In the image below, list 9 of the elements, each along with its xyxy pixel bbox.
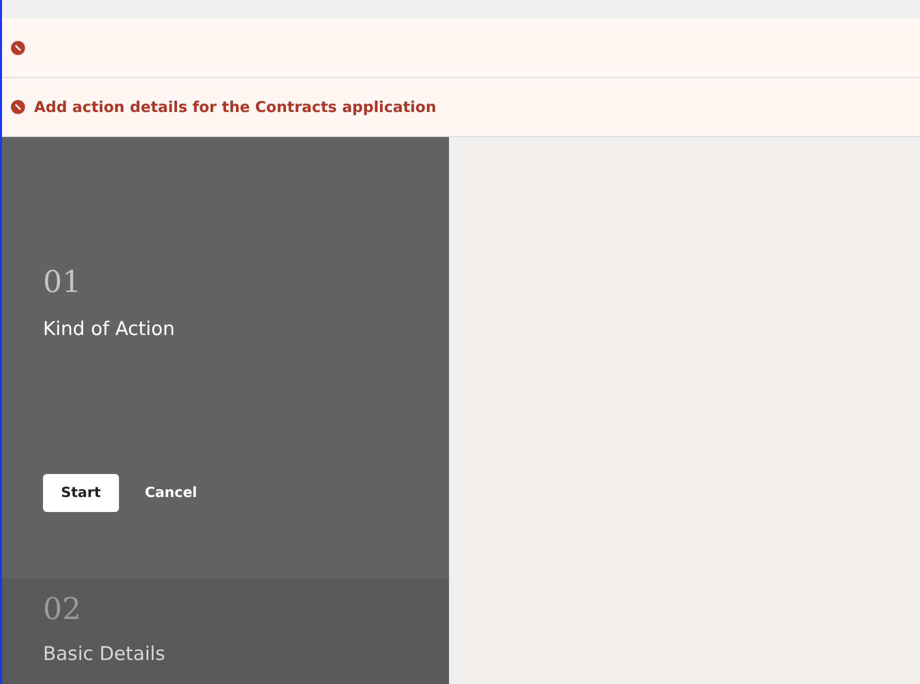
error-message: Add action details for the Contracts application bbox=[34, 98, 436, 116]
cancel-button[interactable]: Cancel bbox=[128, 474, 214, 512]
start-button[interactable]: Start bbox=[43, 474, 119, 512]
error-icon bbox=[11, 100, 25, 114]
step-number: 02 bbox=[43, 592, 82, 627]
error-icon bbox=[11, 40, 25, 54]
step-number: 01 bbox=[43, 265, 82, 300]
step-title: Kind of Action bbox=[43, 318, 176, 340]
step-title: Basic Details bbox=[43, 643, 166, 665]
